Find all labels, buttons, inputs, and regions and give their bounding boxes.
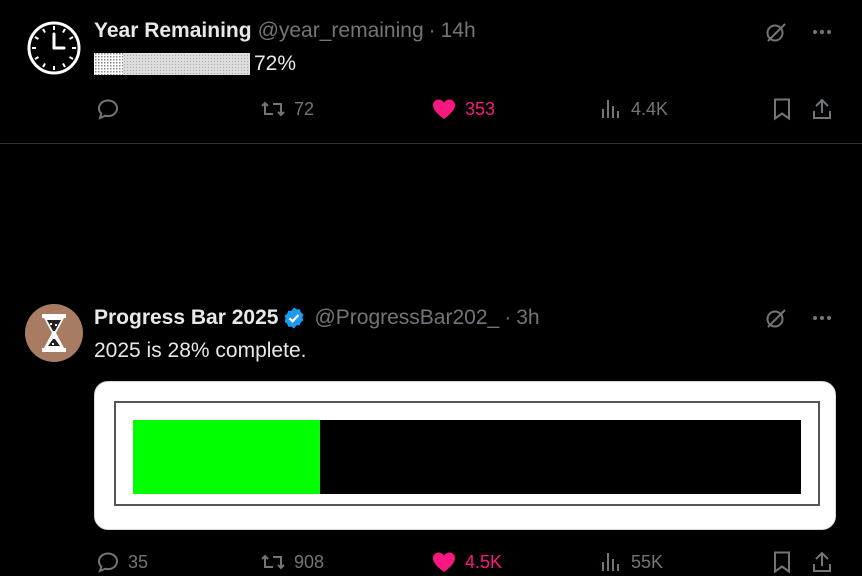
tweet-year-remaining[interactable]: Year Remaining @year_remaining · 14h 72% xyxy=(0,0,862,144)
heart-icon xyxy=(433,99,455,119)
author-name[interactable]: Progress Bar 2025 xyxy=(94,305,278,331)
more-icon[interactable] xyxy=(810,20,834,44)
progress-bar-fill xyxy=(133,420,321,494)
reply-icon xyxy=(97,552,119,573)
retweet-count: 908 xyxy=(294,551,325,572)
share-button[interactable] xyxy=(810,97,834,121)
share-icon xyxy=(813,98,831,119)
like-button[interactable]: 353 xyxy=(431,97,495,121)
separator-dot: · xyxy=(428,19,436,42)
bookmark-icon xyxy=(774,98,790,121)
views-count: 55K xyxy=(631,551,664,572)
tweet-text: 72% xyxy=(94,51,296,77)
action-bar: 72 353 4.4K xyxy=(94,97,834,123)
hourglass-icon xyxy=(25,304,83,362)
tweet-header: Year Remaining @year_remaining · 14h xyxy=(94,18,476,44)
reply-button[interactable]: 35 xyxy=(96,550,148,574)
verified-badge-icon xyxy=(285,307,304,329)
retweet-count: 72 xyxy=(294,98,315,119)
views-button[interactable]: 4.4K xyxy=(599,97,668,121)
timestamp[interactable]: 14h xyxy=(441,18,476,44)
reply-count: 35 xyxy=(128,551,149,572)
bookmark-button[interactable] xyxy=(770,550,794,574)
views-icon xyxy=(602,100,619,118)
grok-icon[interactable] xyxy=(764,306,788,330)
share-icon xyxy=(813,551,831,572)
reply-button[interactable] xyxy=(96,97,128,121)
retweet-button[interactable]: 908 xyxy=(260,550,324,574)
action-bar: 35 908 4.5K 55K xyxy=(94,550,834,576)
author-handle[interactable]: @year_remaining xyxy=(258,18,424,44)
remaining-percent: 72% xyxy=(254,52,297,75)
progress-bar-image[interactable] xyxy=(94,381,836,530)
share-button[interactable] xyxy=(810,550,834,574)
bookmark-icon xyxy=(774,551,790,574)
tweet-text: 2025 is 28% complete. xyxy=(94,339,307,362)
avatar[interactable] xyxy=(25,304,83,362)
progress-bar-track xyxy=(133,420,801,494)
text-progress-blocks xyxy=(94,52,250,76)
more-icon[interactable] xyxy=(810,306,834,330)
author-handle[interactable]: @ProgressBar202_ xyxy=(314,305,499,331)
retweet-icon xyxy=(261,101,285,117)
progress-bar-frame xyxy=(114,401,820,506)
like-count: 4.5K xyxy=(465,551,503,572)
tweet-header: Progress Bar 2025 @ProgressBar202_ · 3h xyxy=(94,305,540,331)
avatar[interactable] xyxy=(25,19,83,77)
views-count: 4.4K xyxy=(631,98,669,119)
heart-icon xyxy=(433,552,455,572)
retweet-icon xyxy=(261,554,285,570)
timestamp[interactable]: 3h xyxy=(516,305,539,331)
views-button[interactable]: 55K xyxy=(599,550,663,574)
bookmark-button[interactable] xyxy=(770,97,794,121)
tweet-progress-bar[interactable]: Progress Bar 2025 @ProgressBar202_ · 3h … xyxy=(0,144,862,574)
reply-icon xyxy=(97,99,119,120)
like-count: 353 xyxy=(465,98,496,119)
clock-icon xyxy=(27,21,81,75)
separator-dot: · xyxy=(504,306,512,329)
retweet-button[interactable]: 72 xyxy=(260,97,314,121)
grok-icon[interactable] xyxy=(764,20,788,44)
author-name[interactable]: Year Remaining xyxy=(94,18,252,44)
like-button[interactable]: 4.5K xyxy=(431,550,502,574)
views-icon xyxy=(602,553,619,571)
